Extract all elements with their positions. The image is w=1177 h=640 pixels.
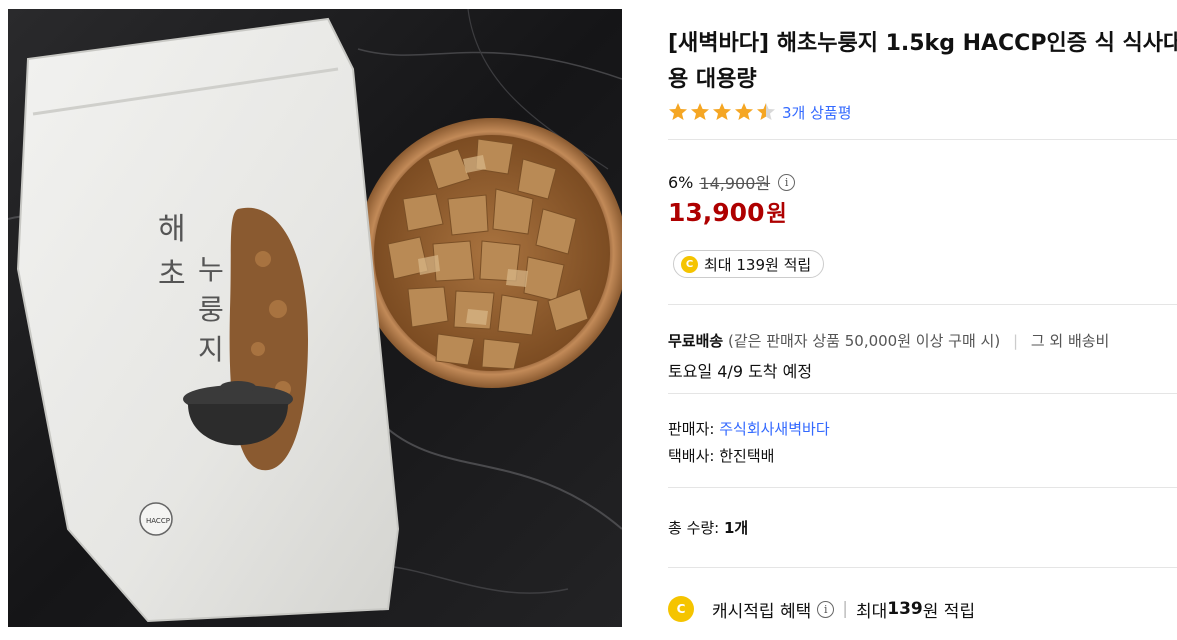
sale-price: 13,900원 [668, 196, 787, 228]
arrival-estimate: 토요일 4/9 도착 예정 [668, 362, 813, 381]
star-icon [713, 103, 731, 120]
points-badge[interactable]: C 최대 139원 적립 [673, 250, 825, 278]
svg-text:HACCP: HACCP [146, 517, 170, 525]
half-star-icon [757, 103, 775, 120]
review-count-link[interactable]: 3개 상품평 [782, 102, 852, 123]
original-price: 14,900원 [699, 174, 771, 193]
points-badge-text: 최대 139원 적립 [704, 255, 812, 274]
cash-benefit-amount: 139 [887, 599, 923, 619]
quantity-label: 총 수량: [668, 519, 724, 537]
coin-icon: C [681, 255, 698, 273]
other-shipping: 그 외 배송비 [1030, 332, 1110, 350]
carrier-info: 택배사: 한진택배 [668, 447, 775, 465]
info-circle-icon[interactable]: i [817, 600, 835, 618]
package-text: 해 [158, 212, 186, 247]
discount-rate: 6% [668, 172, 694, 192]
sale-price-amount: 13,900 [668, 198, 765, 227]
shipping-separator: | [1012, 332, 1019, 350]
divider [668, 304, 1177, 305]
svg-text:누: 누 [198, 253, 224, 286]
total-quantity: 총 수량: 1개 [668, 517, 748, 538]
info-circle-icon[interactable]: i [778, 173, 796, 191]
svg-text:룽: 룽 [198, 293, 224, 326]
seller-name-link[interactable]: 주식회사새벽바다 [719, 420, 829, 438]
star-icon [691, 103, 709, 120]
star-rating [668, 102, 778, 122]
rating-row[interactable]: 3개 상품평 [668, 99, 852, 125]
free-shipping-label: 무료배송 [668, 332, 724, 350]
cash-benefit-suffix: 원 적립 [922, 601, 976, 622]
cash-benefit-prefix: 최대 [855, 601, 888, 622]
product-image: 해 초 누 룽 지 HACCP [8, 9, 622, 627]
product-title: [새벽바다] 해초누룽지 1.5kg HACCP인증 식 식사대용 대용량 [668, 31, 1177, 92]
cash-benefit-row[interactable]: C 캐시적립 혜택 i | 최대 139 원 적립 [668, 596, 975, 622]
seller-info: 판매자: 주식회사새벽바다 [668, 418, 830, 439]
product-info-panel: [새벽바다] 해초누룽지 1.5kg HACCP인증 식 식사대용 대용량 3개… [668, 0, 1177, 640]
discount-row: 6% 14,900원 i [668, 170, 796, 194]
sale-price-unit: 원 [766, 202, 787, 227]
shipping-info: 무료배송 (같은 판매자 상품 50,000원 이상 구매 시) | 그 외 배… [668, 330, 1109, 351]
coin-icon: C [668, 596, 694, 622]
divider [668, 393, 1177, 394]
cash-benefit-separator: | [842, 599, 848, 619]
divider [668, 487, 1177, 488]
divider [668, 139, 1177, 140]
star-icon [669, 103, 687, 120]
star-icon [735, 103, 753, 120]
seller-label: 판매자: [668, 420, 720, 438]
divider [668, 567, 1177, 568]
cash-benefit-label: 캐시적립 혜택 [712, 601, 812, 622]
shipping-condition: (같은 판매자 상품 50,000원 이상 구매 시) [727, 332, 1001, 350]
svg-text:지: 지 [198, 333, 224, 366]
svg-text:초: 초 [158, 257, 186, 292]
quantity-value: 1개 [724, 519, 749, 537]
